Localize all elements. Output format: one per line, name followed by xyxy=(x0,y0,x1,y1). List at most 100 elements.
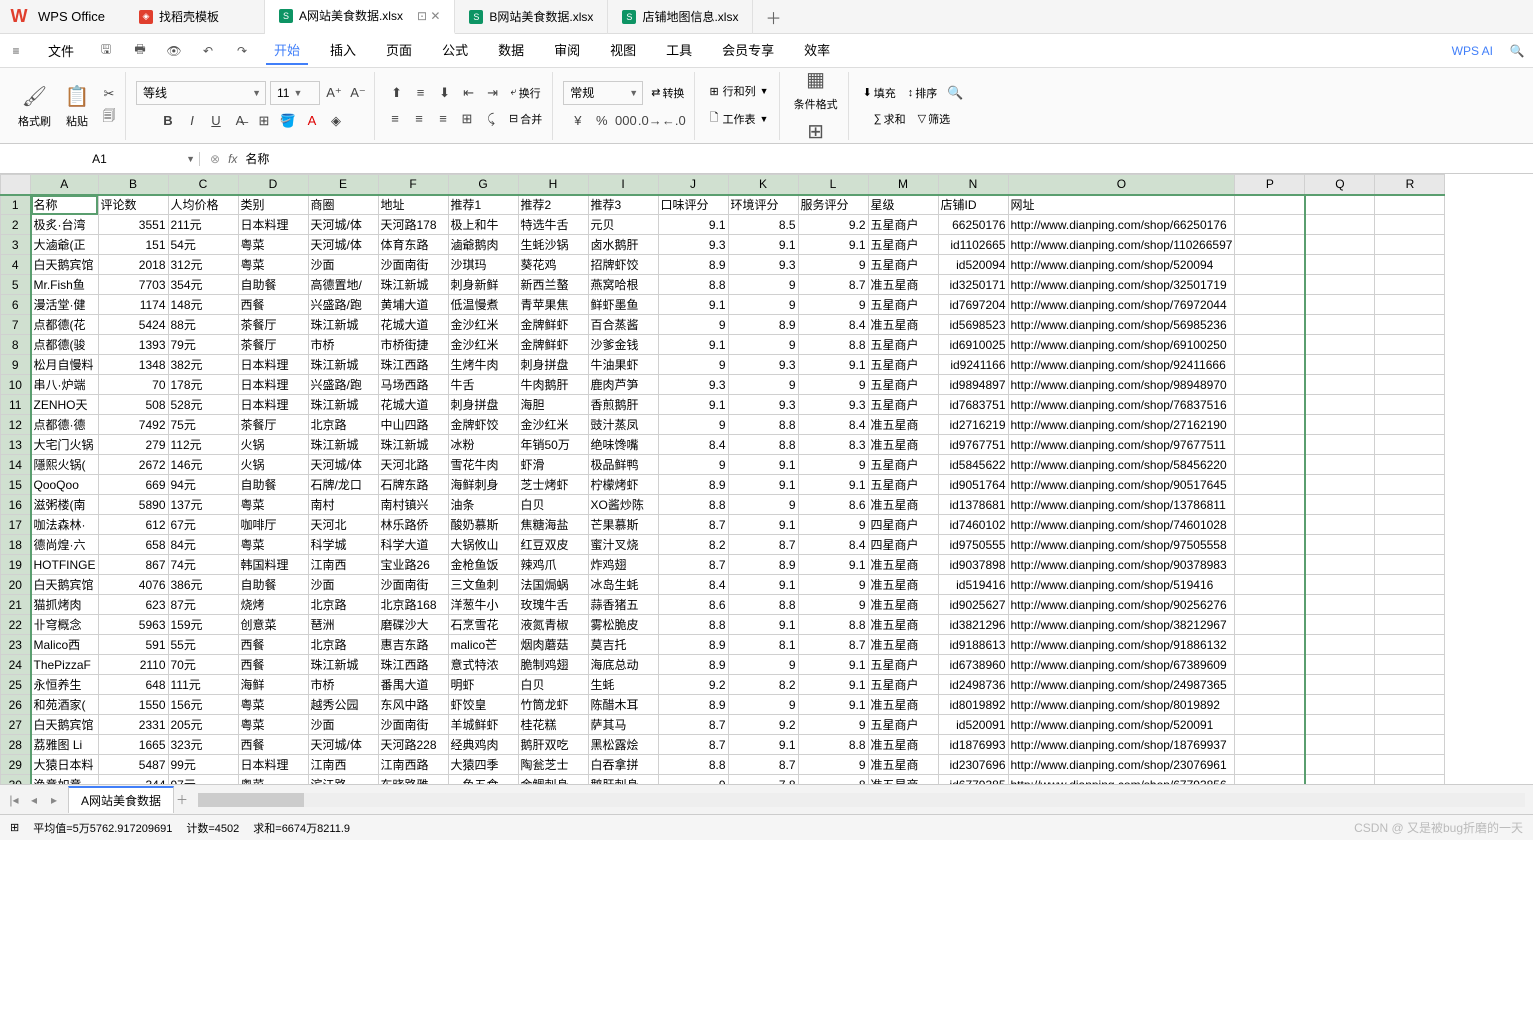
cell[interactable]: 新西兰螯 xyxy=(518,275,588,295)
cell[interactable] xyxy=(1235,575,1305,595)
cell[interactable] xyxy=(1305,695,1375,715)
row-header[interactable]: 7 xyxy=(1,315,31,335)
formula-value[interactable]: 名称 xyxy=(245,150,269,167)
cell[interactable]: 羊城鲜虾 xyxy=(448,715,518,735)
horizontal-scrollbar[interactable] xyxy=(198,793,1525,807)
cell[interactable]: 9.3 xyxy=(658,235,728,255)
cell[interactable]: 脆制鸡翅 xyxy=(518,655,588,675)
cell[interactable]: 酸奶慕斯 xyxy=(448,515,518,535)
cell[interactable]: 北京路 xyxy=(308,415,378,435)
cell[interactable]: 382元 xyxy=(168,355,238,375)
cell[interactable] xyxy=(1305,295,1375,315)
cell[interactable]: 极上和牛 xyxy=(448,215,518,235)
align-middle-button[interactable]: ≡ xyxy=(411,83,431,103)
cell[interactable]: 9.1 xyxy=(728,455,798,475)
cell[interactable]: 54元 xyxy=(168,235,238,255)
cell[interactable]: 虾滑 xyxy=(518,455,588,475)
cell[interactable] xyxy=(1235,435,1305,455)
row-header[interactable]: 12 xyxy=(1,415,31,435)
cell[interactable]: 金牌鲜虾 xyxy=(518,315,588,335)
cell[interactable]: 55元 xyxy=(168,635,238,655)
cell[interactable]: 8.9 xyxy=(658,655,728,675)
cell-styles-button[interactable]: ⊞ xyxy=(798,116,834,148)
cell[interactable]: 8.4 xyxy=(798,415,868,435)
cell[interactable]: http://www.dianping.com/shop/58456220 xyxy=(1008,455,1235,475)
cell[interactable] xyxy=(1235,395,1305,415)
cell[interactable]: 滷爺鹅肉 xyxy=(448,235,518,255)
cell[interactable]: id2307696 xyxy=(938,755,1008,775)
cell[interactable]: id1102665 xyxy=(938,235,1008,255)
cell[interactable]: 推荐3 xyxy=(588,195,658,215)
cell[interactable]: 9 xyxy=(658,315,728,335)
column-header[interactable]: D xyxy=(238,175,308,195)
cell[interactable]: id6910025 xyxy=(938,335,1008,355)
cell[interactable]: id6738960 xyxy=(938,655,1008,675)
filter-button[interactable]: ▽筛选 xyxy=(914,109,954,129)
cell[interactable]: 1393 xyxy=(98,335,168,355)
cell[interactable]: 87元 xyxy=(168,595,238,615)
cell[interactable]: 青苹果焦 xyxy=(518,295,588,315)
prev-sheet-button[interactable]: ◂ xyxy=(26,793,42,807)
cell[interactable]: id9188613 xyxy=(938,635,1008,655)
cell[interactable]: 9 xyxy=(728,275,798,295)
add-sheet-button[interactable]: ＋ xyxy=(174,791,190,808)
row-header[interactable]: 27 xyxy=(1,715,31,735)
cell[interactable]: 7.8 xyxy=(728,775,798,785)
conditional-format-button[interactable]: ▦条件格式 xyxy=(790,64,842,114)
column-header[interactable]: N xyxy=(938,175,1008,195)
font-color-button[interactable]: A xyxy=(302,111,322,131)
cell[interactable]: 205元 xyxy=(168,715,238,735)
decrease-indent-button[interactable]: ⇤ xyxy=(459,83,479,103)
cell[interactable]: 8.4 xyxy=(658,575,728,595)
cell[interactable]: 7492 xyxy=(98,415,168,435)
cell[interactable] xyxy=(1235,515,1305,535)
cell[interactable]: 8.4 xyxy=(798,315,868,335)
cell[interactable]: 大锅攸山 xyxy=(448,535,518,555)
cell[interactable]: 牛油果虾 xyxy=(588,355,658,375)
row-header[interactable]: 23 xyxy=(1,635,31,655)
cell[interactable]: 五星商户 xyxy=(868,355,938,375)
cell[interactable]: 年销50万 xyxy=(518,435,588,455)
cell[interactable]: id9767751 xyxy=(938,435,1008,455)
cell[interactable]: 自助餐 xyxy=(238,275,308,295)
cell[interactable]: 8.8 xyxy=(798,335,868,355)
cell[interactable]: 刺身拼盘 xyxy=(518,355,588,375)
cell[interactable]: 9 xyxy=(728,375,798,395)
cell[interactable]: 粤菜 xyxy=(238,495,308,515)
cell[interactable]: 8.7 xyxy=(798,635,868,655)
cell[interactable]: 9.3 xyxy=(728,255,798,275)
column-header[interactable]: O xyxy=(1008,175,1235,195)
cell[interactable]: 天河城/体 xyxy=(308,215,378,235)
first-sheet-button[interactable]: |◂ xyxy=(6,793,22,807)
cell[interactable]: 天河路178 xyxy=(378,215,448,235)
cell[interactable]: 冰粉 xyxy=(448,435,518,455)
cell[interactable]: 8.8 xyxy=(658,755,728,775)
cell[interactable]: 178元 xyxy=(168,375,238,395)
cell[interactable]: 70元 xyxy=(168,655,238,675)
cell[interactable]: http://www.dianping.com/shop/13786811 xyxy=(1008,495,1235,515)
cell[interactable] xyxy=(1235,635,1305,655)
cell[interactable]: 极炙·台湾 xyxy=(31,215,99,235)
cell[interactable]: 鹅肝双吃 xyxy=(518,735,588,755)
cell[interactable]: 推荐2 xyxy=(518,195,588,215)
cell[interactable]: 9.3 xyxy=(658,375,728,395)
cell[interactable]: http://www.dianping.com/shop/91886132 xyxy=(1008,635,1235,655)
row-header[interactable]: 29 xyxy=(1,755,31,775)
cell[interactable]: 9 xyxy=(728,695,798,715)
cell[interactable] xyxy=(1305,515,1375,535)
cell[interactable]: 8.5 xyxy=(728,215,798,235)
cell[interactable]: 五星商户 xyxy=(868,675,938,695)
cell[interactable] xyxy=(1375,515,1445,535)
cell[interactable]: 西餐 xyxy=(238,655,308,675)
cell[interactable]: 西餐 xyxy=(238,295,308,315)
cell[interactable]: 2672 xyxy=(98,455,168,475)
cell[interactable]: 石牌/龙口 xyxy=(308,475,378,495)
cell[interactable]: 南村 xyxy=(308,495,378,515)
cell[interactable]: 类别 xyxy=(238,195,308,215)
cell[interactable] xyxy=(1235,715,1305,735)
cell[interactable]: 珠江新城 xyxy=(308,395,378,415)
increase-decimal-button[interactable]: .0→ xyxy=(640,111,660,131)
cell[interactable]: 508 xyxy=(98,395,168,415)
row-header[interactable]: 11 xyxy=(1,395,31,415)
cell[interactable]: 点都德(花 xyxy=(31,315,99,335)
